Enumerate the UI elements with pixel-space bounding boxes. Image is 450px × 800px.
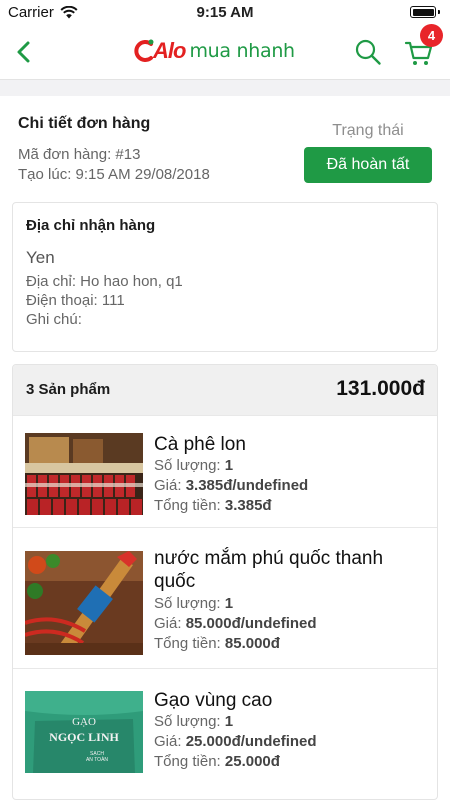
recipient-name: Yen: [26, 248, 55, 267]
logo-mua-nhanh-text: mua nhanh: [189, 40, 295, 62]
order-title: Chi tiết đơn hàng: [18, 115, 151, 132]
status-label: Trạng thái: [332, 122, 404, 139]
status-bar: Carrier 9:15 AM: [0, 0, 450, 24]
product-name: nước mắm phú quốc thanh quốc: [154, 548, 384, 592]
product-qty: Số lượng: 1: [154, 595, 234, 612]
logo-alo-text: Alo: [153, 38, 186, 63]
back-chevron-icon[interactable]: [8, 36, 40, 68]
order-summary: Chi tiết đơn hàng Mã đơn hàng: #13 Tạo l…: [0, 96, 450, 192]
note-line: Ghi chú:: [26, 311, 82, 328]
product-row[interactable]: GẠO NGỌC LINH SẠCH AN TOÀN Gạo vùng cao …: [13, 668, 437, 799]
nav-bar: Alo mua nhanh 4: [0, 24, 450, 80]
product-price: Giá: 3.385đ/undefined: [154, 477, 309, 494]
shipping-address-card: Địa chỉ nhận hàng Yen Địa chỉ: Ho hao ho…: [12, 202, 438, 352]
fish-sauce-image: [25, 551, 143, 655]
product-name: Cà phê lon: [154, 434, 246, 455]
order-created-time: Tạo lúc: 9:15 AM 29/08/2018: [18, 166, 210, 183]
status-completed-button[interactable]: Đã hoàn tất: [304, 147, 432, 183]
order-code: Mã đơn hàng: #13: [18, 146, 141, 163]
product-subtotal: Tổng tiền: 3.385đ: [154, 497, 272, 514]
status-time: 9:15 AM: [196, 4, 254, 21]
phone-line: Điện thoại: 111: [26, 292, 125, 309]
products-header: 3 Sản phẩm 131.000đ: [13, 365, 437, 415]
cart-count-badge: 4: [420, 24, 443, 47]
address-line: Địa chỉ: Ho hao hon, q1: [26, 273, 183, 290]
product-row[interactable]: nước mắm phú quốc thanh quốc Số lượng: 1…: [13, 527, 437, 668]
product-price: Giá: 85.000đ/undefined: [154, 615, 317, 632]
products-card: 3 Sản phẩm 131.000đ Cà phê lon Số lượng:…: [12, 364, 438, 800]
products-count: 3 Sản phẩm: [26, 381, 111, 398]
product-qty: Số lượng: 1: [154, 457, 234, 474]
search-icon[interactable]: [354, 38, 382, 66]
product-name: Gạo vùng cao: [154, 690, 273, 711]
svg-text:AN TOÀN: AN TOÀN: [86, 756, 108, 763]
battery-icon: [410, 6, 440, 18]
order-detail-content: Chi tiết đơn hàng Mã đơn hàng: #13 Tạo l…: [0, 96, 450, 800]
product-subtotal: Tổng tiền: 85.000đ: [154, 635, 280, 652]
product-row[interactable]: Cà phê lon Số lượng: 1 Giá: 3.385đ/undef…: [13, 415, 437, 527]
svg-text:NGỌC LINH: NGỌC LINH: [49, 730, 119, 744]
logo-mark-icon: [134, 39, 154, 62]
address-title: Địa chỉ nhận hàng: [26, 217, 156, 234]
product-subtotal: Tổng tiền: 25.000đ: [154, 753, 280, 770]
rice-bag-image: GẠO NGỌC LINH SẠCH AN TOÀN: [25, 691, 143, 773]
svg-text:GẠO: GẠO: [72, 716, 96, 728]
product-qty: Số lượng: 1: [154, 713, 234, 730]
product-price: Giá: 25.000đ/undefined: [154, 733, 317, 750]
canned-coffee-image: [25, 433, 143, 515]
app-logo: Alo mua nhanh: [133, 34, 319, 68]
products-total: 131.000đ: [336, 377, 425, 400]
